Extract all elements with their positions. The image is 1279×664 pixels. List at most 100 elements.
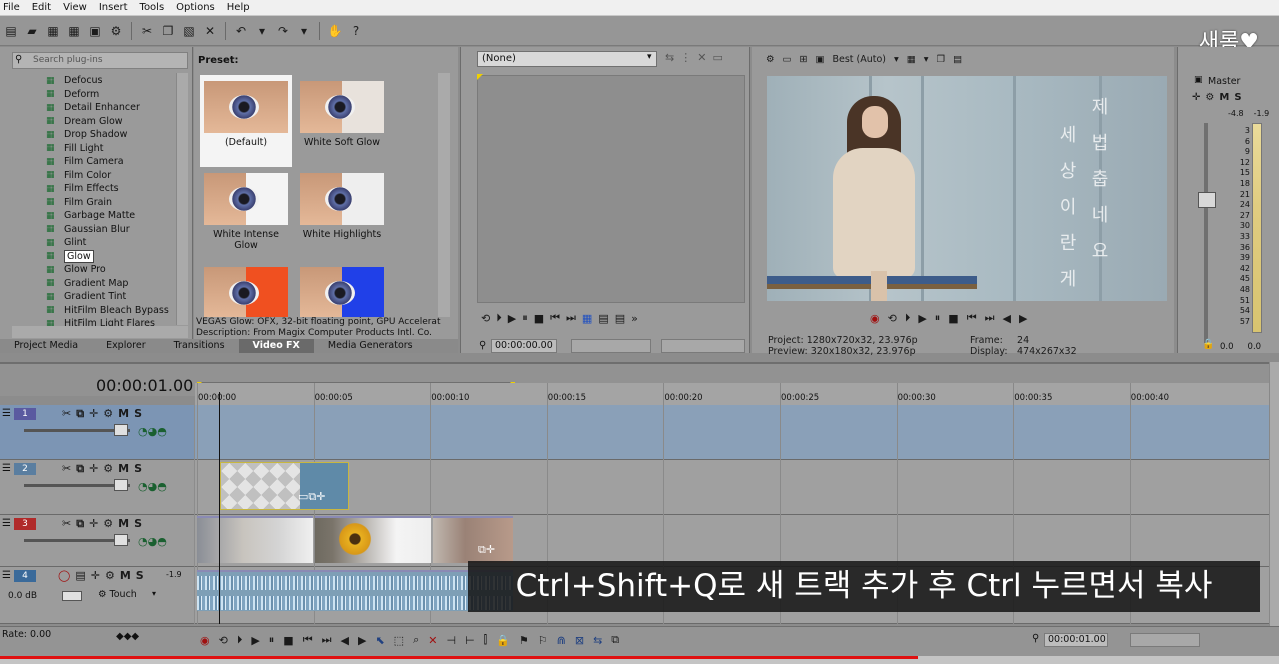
play-from-start-icon[interactable]: ⏵ <box>905 311 911 325</box>
delete-icon[interactable]: ✕ <box>428 634 437 647</box>
track-opacity-knob[interactable] <box>114 479 128 491</box>
grid-icon[interactable]: ▦ <box>907 54 916 65</box>
save-as-icon[interactable]: ▦ <box>65 22 83 40</box>
delete-icon[interactable]: ✕ <box>201 22 219 40</box>
split-icon[interactable]: ⫿ <box>484 633 488 647</box>
preview-video-frame[interactable]: 세 상 이 란 게 제 법 춥 네 요 <box>767 76 1167 301</box>
plugin-item[interactable]: ▦ Deform <box>46 88 176 102</box>
master-solo-button[interactable]: S <box>1234 92 1241 103</box>
video-track-3-header[interactable]: 3 ☰ ✂ ⧉ ✛ ⚙ M S ◔◕◓ <box>0 515 194 567</box>
copy-icon[interactable]: ❐ <box>159 22 177 40</box>
master-fader-knob[interactable] <box>1198 192 1216 208</box>
properties-gear-icon[interactable]: ⚙ <box>107 22 125 40</box>
pause-icon[interactable]: ⏸ <box>935 311 941 325</box>
loop-icon[interactable]: ⟲ <box>481 312 490 325</box>
track-compositing-icon[interactable]: ⧉ <box>76 517 84 531</box>
overwrite-icon[interactable]: ▤ <box>615 312 625 325</box>
plugin-item[interactable]: ▦ Glint <box>46 236 176 250</box>
track-collapse-icon[interactable]: ☰ <box>2 518 11 529</box>
menu-tools[interactable]: Tools <box>140 2 165 13</box>
stop-icon[interactable]: ■ <box>534 312 544 325</box>
track-collapse-icon[interactable]: ☰ <box>2 570 11 581</box>
plugin-item[interactable]: ▦ Glow <box>46 249 176 264</box>
redo-dropdown-icon[interactable]: ▾ <box>295 22 313 40</box>
go-to-start-icon[interactable]: ⏮ <box>303 633 313 647</box>
preset-blue-glow[interactable] <box>296 261 388 321</box>
stop-icon[interactable]: ■ <box>283 634 293 647</box>
go-to-start-icon[interactable]: ⏮ <box>550 311 560 325</box>
help-icon[interactable]: ? <box>347 22 365 40</box>
track-composite-icon[interactable]: ◔◕◓ <box>138 425 167 438</box>
plugin-item[interactable]: ▦ Fill Light <box>46 142 176 156</box>
video-event-3[interactable] <box>433 516 513 563</box>
track-gear-icon[interactable]: ⚙ <box>103 517 113 531</box>
auto-crossfade-icon[interactable]: ⊠ <box>575 634 584 647</box>
loop-icon[interactable]: ⟲ <box>888 312 897 325</box>
plugin-item[interactable]: ▦ Film Color <box>46 169 176 183</box>
snapping-icon[interactable]: ⋒ <box>557 634 566 647</box>
redo-icon[interactable]: ↷ <box>274 22 292 40</box>
plugin-item[interactable]: ▦ Detail Enhancer <box>46 101 176 115</box>
track-opacity-knob[interactable] <box>114 424 128 436</box>
track-fx-icon[interactable]: ✛ <box>89 462 98 476</box>
menu-view[interactable]: View <box>63 2 87 13</box>
track-compositing-icon[interactable]: ⧉ <box>76 462 84 476</box>
video-progress-bar[interactable] <box>0 656 919 659</box>
track-fx-icon[interactable]: ✛ <box>89 517 98 531</box>
play-icon[interactable]: ▶ <box>251 634 259 647</box>
video-track-1-header[interactable]: 1 ☰ ✂ ⧉ ✛ ⚙ M S ◔◕◓ <box>0 405 194 460</box>
master-gear-icon[interactable]: ⚙ <box>1205 92 1214 103</box>
split-screen-icon[interactable]: ⊞ <box>800 54 808 65</box>
menu-help[interactable]: Help <box>227 2 250 13</box>
track-fx-icon[interactable]: ▤ <box>75 569 85 582</box>
zoom-tool-icon[interactable]: ⌕ <box>413 633 419 647</box>
track-mute-button[interactable]: M <box>118 462 129 476</box>
save-icon[interactable]: ▦ <box>44 22 62 40</box>
save-snapshot-icon[interactable]: ▤ <box>953 54 962 65</box>
go-to-end-icon[interactable]: ⏭ <box>985 311 995 325</box>
plugin-list-scrollbar[interactable] <box>176 73 188 325</box>
normal-edit-tool-icon[interactable]: ⬉ <box>375 634 384 647</box>
chevron-down-icon[interactable]: ▾ <box>894 54 899 65</box>
track-mute-button[interactable]: M <box>120 569 131 582</box>
plugin-item[interactable]: ▦ Gaussian Blur <box>46 223 176 237</box>
tab-project-media[interactable]: Project Media <box>0 339 92 353</box>
loop-icon[interactable]: ⟲ <box>219 634 228 647</box>
automation-mode[interactable]: ⚙ Touch <box>98 589 137 600</box>
external-monitor-icon[interactable]: ▭ <box>783 54 792 65</box>
tab-media-generators[interactable]: Media Generators <box>314 339 427 353</box>
plugin-search-input[interactable]: Search plug-ins <box>12 52 188 69</box>
record-arm-icon[interactable]: ◯ <box>58 569 70 582</box>
track-motion-icon[interactable]: ✂ <box>62 517 71 531</box>
track-mute-button[interactable]: M <box>118 407 129 421</box>
track-collapse-icon[interactable]: ☰ <box>2 408 11 419</box>
lock-icon[interactable]: 🔒 <box>1202 339 1214 350</box>
tab-video-fx[interactable]: Video FX <box>238 339 314 353</box>
play-from-start-icon[interactable]: ⏵ <box>496 311 502 325</box>
preset-white-highlights[interactable]: White Highlights <box>296 167 388 240</box>
region-icon[interactable]: ⚐ <box>538 634 548 647</box>
track-solo-button[interactable]: S <box>134 517 142 531</box>
render-icon[interactable]: ▣ <box>86 22 104 40</box>
copy-snapshot-icon[interactable]: ❐ <box>937 54 946 65</box>
track-compositing-icon[interactable]: ⧉ <box>76 407 84 421</box>
event-grouping-icon[interactable]: ⧉ <box>611 633 619 647</box>
menu-options[interactable]: Options <box>176 2 215 13</box>
preset-default[interactable]: (Default) <box>200 75 292 167</box>
pause-icon[interactable]: ⏸ <box>522 311 528 325</box>
cut-icon[interactable]: ✂ <box>138 22 156 40</box>
trimmer-display[interactable] <box>477 75 745 303</box>
pause-icon[interactable]: ⏸ <box>269 633 275 647</box>
chevron-down-icon[interactable]: ▾ <box>924 54 929 65</box>
new-file-icon[interactable]: ▤ <box>2 22 20 40</box>
master-fx-icon[interactable]: ✛ <box>1192 92 1200 103</box>
go-to-end-icon[interactable]: ⏭ <box>566 311 576 325</box>
plugin-item[interactable]: ▦ Drop Shadow <box>46 128 176 142</box>
go-to-end-icon[interactable]: ⏭ <box>322 633 332 647</box>
plugin-item[interactable]: ▦ Garbage Matte <box>46 209 176 223</box>
play-icon[interactable]: ▶ <box>508 312 516 325</box>
plugin-item[interactable]: ▦ Gradient Map <box>46 277 176 291</box>
master-mute-button[interactable]: M <box>1219 92 1229 103</box>
track-opacity-knob[interactable] <box>114 534 128 546</box>
track-solo-button[interactable]: S <box>136 569 144 582</box>
